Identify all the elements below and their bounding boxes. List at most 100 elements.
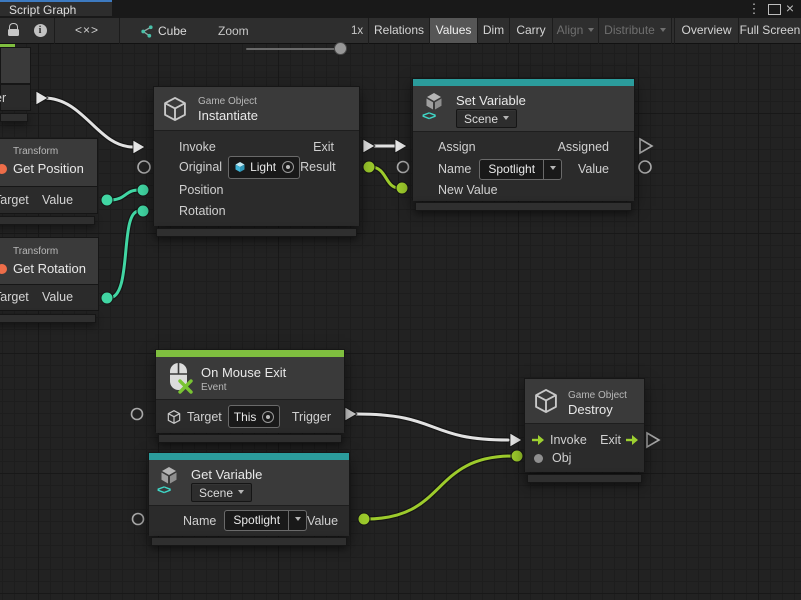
port-label-name: Name — [438, 162, 471, 176]
port-label-name: Name — [183, 514, 216, 528]
game-object-cube-icon — [166, 409, 182, 425]
port-label-assign: Assign — [438, 140, 476, 154]
variable-scope-dropdown[interactable]: Scene — [456, 109, 517, 128]
object-picker-icon[interactable] — [282, 161, 294, 173]
node-title: Set Variable — [456, 93, 526, 108]
graph-toolbar: i <×> Cube Zoom 1x Relations Values Dim … — [0, 18, 801, 44]
node-get-position[interactable]: Transform Get Position Target Value — [0, 138, 98, 228]
node-title: Destroy — [568, 402, 613, 417]
full-screen-button[interactable]: Full Screen — [739, 18, 801, 43]
node-category: Event — [201, 382, 227, 393]
chevron-down-icon — [503, 116, 509, 123]
zoom-slider-handle[interactable] — [334, 42, 347, 55]
port-label-trigger: Trigger — [0, 91, 6, 105]
variables-icon: <> — [157, 482, 170, 497]
align-label: Align — [557, 23, 584, 37]
mouse-exit-icon — [165, 361, 193, 397]
original-object-field[interactable]: Light — [228, 156, 300, 179]
chevron-down-icon — [288, 511, 306, 530]
values-toggle[interactable]: Values — [430, 18, 477, 43]
prefab-icon — [234, 161, 246, 173]
info-icon: i — [34, 24, 47, 37]
variable-name-dropdown[interactable]: Spotlight — [479, 159, 562, 180]
variable-strip — [149, 453, 349, 460]
node-footer — [156, 228, 357, 237]
zoom-value: 1x — [351, 25, 363, 37]
port-label-target: Target — [187, 410, 222, 424]
script-graph-icon — [139, 24, 154, 39]
node-footer — [158, 434, 342, 443]
node-get-rotation[interactable]: Transform Get Rotation Target Value — [0, 237, 99, 327]
graph-canvas[interactable] — [0, 44, 801, 600]
node-footer — [415, 202, 632, 211]
close-icon[interactable]: × — [783, 0, 797, 18]
node-title: Get Position — [13, 161, 84, 176]
node-footer — [151, 537, 347, 546]
relations-toggle[interactable]: Relations — [369, 18, 429, 43]
node-category: Transform — [13, 246, 58, 257]
node-footer — [0, 216, 95, 225]
carry-toggle[interactable]: Carry — [510, 18, 552, 43]
game-object-cube-icon — [161, 95, 189, 123]
node-title: Get Rotation — [13, 261, 86, 276]
distribute-dropdown[interactable]: Distribute — [599, 18, 671, 43]
port-label-value: Value — [42, 290, 73, 304]
port-label-rotation: Rotation — [179, 204, 226, 218]
tab-script-graph[interactable]: Script Graph — [0, 0, 112, 16]
port-label-exit: Exit — [313, 140, 334, 154]
node-get-variable[interactable]: <> Get Variable Scene Name Spotlight Val… — [148, 452, 350, 547]
port-label-target: Target — [0, 193, 29, 207]
node-header — [0, 47, 31, 84]
node-footer — [0, 314, 96, 323]
event-strip — [156, 350, 344, 357]
title-bar: Script Graph ⋮ × — [0, 0, 801, 18]
scope-value: Scene — [199, 486, 233, 500]
zoom-label: Zoom — [218, 24, 249, 38]
zoom-slider-track[interactable] — [246, 48, 338, 50]
node-title: Get Variable — [191, 467, 262, 482]
align-dropdown[interactable]: Align — [553, 18, 598, 43]
chevron-down-icon — [238, 490, 244, 497]
variable-name-dropdown[interactable]: Spotlight — [224, 510, 307, 531]
port-label-invoke: Invoke — [550, 433, 587, 447]
chevron-down-icon — [660, 28, 666, 35]
node-set-variable[interactable]: <> Set Variable Scene Assign Assigned Na… — [412, 78, 635, 213]
node-destroy[interactable]: Game Object Destroy Invoke Exit — [524, 378, 645, 485]
port-label-assigned: Assigned — [558, 140, 609, 154]
info-button[interactable]: i — [26, 18, 54, 43]
node-category: Game Object — [568, 390, 627, 401]
port-label-value: Value — [42, 193, 73, 207]
node-title: On Mouse Exit — [201, 365, 286, 380]
maximize-icon[interactable] — [768, 4, 781, 15]
overview-button[interactable]: Overview — [675, 18, 738, 43]
node-instantiate[interactable]: Game Object Instantiate Invoke Exit Orig… — [153, 86, 360, 238]
obj-port-icon — [534, 454, 543, 463]
port-label-value: Value — [307, 514, 338, 528]
game-object-cube-icon — [532, 387, 560, 415]
transform-icon — [0, 164, 7, 174]
variables-icon: <> — [422, 108, 435, 123]
code-preview-button[interactable]: <×> — [55, 18, 119, 43]
object-picker-icon[interactable] — [262, 411, 274, 423]
dim-toggle[interactable]: Dim — [478, 18, 509, 43]
unity-visual-scripting-window: Trigger Transform Get Position Target Va… — [0, 0, 801, 600]
chevron-down-icon — [588, 28, 594, 35]
port-label-obj: Obj — [552, 451, 571, 465]
port-label-exit: Exit — [600, 433, 621, 447]
node-on-mouse-exit[interactable]: On Mouse Exit Event Target This Trigger — [155, 349, 345, 445]
port-label-target: Target — [0, 290, 29, 304]
variable-name-value: Spotlight — [225, 511, 288, 530]
node-category: Game Object — [198, 96, 257, 107]
variable-strip — [413, 79, 634, 86]
lock-button[interactable] — [0, 18, 26, 43]
node-partial-event[interactable]: Trigger — [0, 44, 31, 124]
port-label-position: Position — [179, 183, 223, 197]
chevron-down-icon — [543, 160, 561, 179]
target-object-field[interactable]: This — [228, 405, 281, 428]
control-arrow-icon — [531, 434, 545, 446]
node-title: Instantiate — [198, 108, 258, 123]
node-category: Transform — [13, 146, 58, 157]
variable-scope-dropdown[interactable]: Scene — [191, 483, 252, 502]
window-menu-icon[interactable]: ⋮ — [747, 0, 761, 18]
port-label-trigger: Trigger — [292, 410, 331, 424]
